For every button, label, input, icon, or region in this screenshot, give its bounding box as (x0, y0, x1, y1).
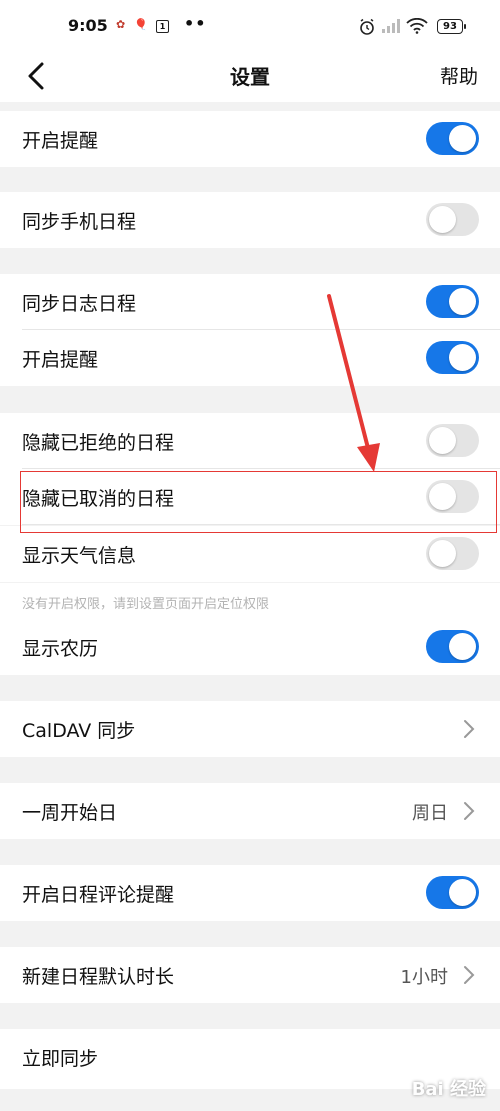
row-reminder-2[interactable]: 开启提醒 (0, 330, 500, 386)
row-label: 显示天气信息 (22, 545, 137, 567)
status-time: 9:05 (68, 16, 108, 35)
chevron-right-icon (462, 964, 476, 986)
chevron-right-icon (462, 718, 476, 740)
lunar-toggle[interactable] (426, 630, 479, 663)
week-start-value: 周日 (412, 803, 448, 824)
app-notification-icon-2: 🎈 (134, 18, 148, 31)
default-duration-value: 1小时 (400, 967, 448, 988)
app-notification-icon: ✿ (116, 18, 126, 31)
status-bar: 9:05 ✿ 🎈 1 •• 93 (0, 0, 500, 56)
battery-indicator: 93 (437, 19, 466, 34)
row-label: 开启提醒 (22, 349, 99, 371)
row-label: 立即同步 (22, 1048, 99, 1070)
row-label: 隐藏已拒绝的日程 (22, 432, 175, 454)
sync-log-toggle[interactable] (426, 285, 479, 318)
row-show-lunar[interactable]: 显示农历 (0, 619, 500, 675)
row-label: 显示农历 (22, 638, 99, 660)
chevron-right-icon (462, 800, 476, 822)
watermark-logo: Bai 经验 (411, 1079, 486, 1100)
nav-bar: 设置 帮助 (0, 56, 500, 102)
annotation-highlight-box (20, 471, 497, 533)
row-sync-phone-calendar[interactable]: 同步手机日程 (0, 192, 500, 248)
calendar-notification-icon: 1 (156, 20, 169, 33)
row-label: CalDAV 同步 (22, 720, 136, 742)
weather-toggle[interactable] (426, 537, 479, 570)
row-label: 新建日程默认时长 (22, 966, 175, 988)
page-title: 设置 (230, 65, 270, 89)
row-default-duration[interactable]: 新建日程默认时长 1小时 (0, 947, 500, 1003)
sync-phone-toggle[interactable] (426, 203, 479, 236)
reminder-toggle[interactable] (426, 122, 479, 155)
row-comment-reminder[interactable]: 开启日程评论提醒 (0, 865, 500, 921)
row-label: 同步日志日程 (22, 293, 137, 315)
more-notifications-icon: •• (184, 14, 207, 33)
row-label: 同步手机日程 (22, 211, 137, 233)
signal-icon (381, 18, 401, 38)
reminder-2-toggle[interactable] (426, 341, 479, 374)
row-label: 一周开始日 (22, 802, 118, 824)
permission-hint: 没有开启权限，请到设置页面开启定位权限 (22, 597, 270, 612)
row-hide-rejected[interactable]: 隐藏已拒绝的日程 (0, 413, 500, 469)
row-reminder[interactable]: 开启提醒 (0, 111, 500, 167)
wifi-icon (406, 17, 428, 38)
row-label: 开启日程评论提醒 (22, 884, 175, 906)
row-label: 开启提醒 (22, 130, 99, 152)
row-show-weather[interactable]: 显示天气信息 (0, 526, 500, 582)
comment-reminder-toggle[interactable] (426, 876, 479, 909)
row-sync-log-calendar[interactable]: 同步日志日程 (0, 274, 500, 330)
hide-rejected-toggle[interactable] (426, 424, 479, 457)
row-caldav-sync[interactable]: CalDAV 同步 (0, 701, 500, 757)
row-week-start[interactable]: 一周开始日 周日 (0, 783, 500, 839)
alarm-icon (358, 18, 376, 40)
help-button[interactable]: 帮助 (440, 62, 478, 89)
